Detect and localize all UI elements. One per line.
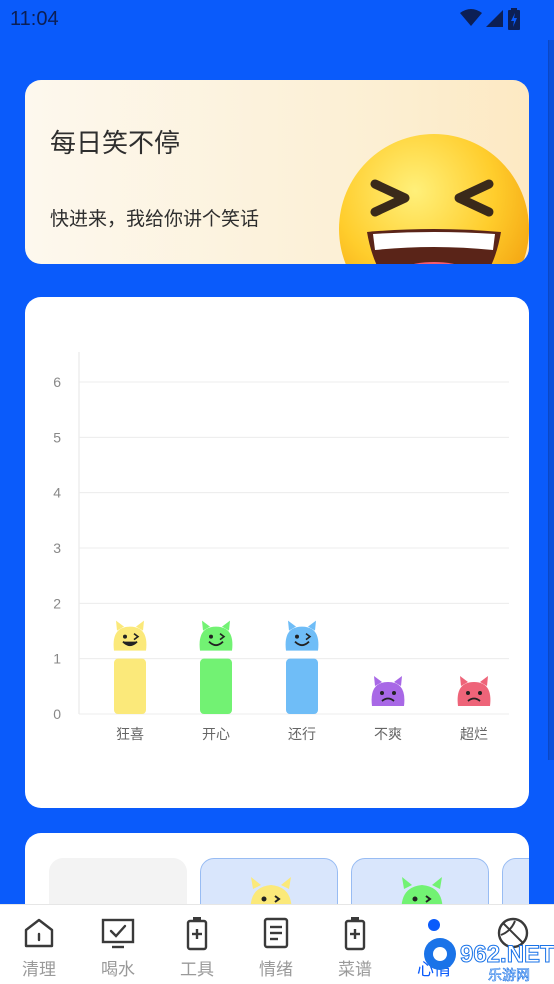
nav-item-recipe[interactable]: 菜谱 — [316, 905, 394, 984]
y-tick-label: 1 — [53, 651, 61, 667]
y-tick-label: 6 — [53, 374, 61, 390]
bar — [286, 658, 318, 714]
battery-icon — [508, 8, 520, 30]
battery-plus-icon — [186, 917, 208, 951]
y-tick-label: 5 — [53, 429, 61, 445]
x-tick-label: 还行 — [288, 727, 316, 743]
x-tick-label: 超烂 — [460, 727, 488, 743]
battery-plus-icon — [344, 917, 366, 951]
nav-label: 情绪 — [259, 960, 293, 980]
monster-wink-icon — [113, 620, 147, 651]
nav-item-emotion[interactable]: 情绪 — [237, 905, 315, 984]
y-tick-label: 4 — [53, 485, 61, 501]
monster-smile-icon — [285, 620, 319, 651]
y-tick-label: 2 — [53, 595, 61, 611]
site-watermark-logo: 962.NET 乐游网 — [424, 938, 554, 984]
nav-label: 工具 — [180, 960, 214, 980]
monster-frown-icon — [371, 676, 405, 706]
y-tick-label: 0 — [53, 706, 61, 722]
nav-label: 喝水 — [101, 960, 135, 980]
mood-chart-card: 0 1 2 3 4 5 6 狂喜 开心 还行 不爽 超烂 — [25, 297, 529, 808]
nav-label: 菜谱 — [338, 960, 372, 980]
svg-text:乐游网: 乐游网 — [488, 968, 530, 984]
monster-smile-icon — [199, 620, 233, 651]
monitor-check-icon — [101, 918, 135, 949]
x-tick-label: 不爽 — [374, 727, 402, 743]
mood-bar-chart: 0 1 2 3 4 5 6 狂喜 开心 还行 不爽 超烂 — [53, 352, 509, 743]
nav-item-tools[interactable]: 工具 — [158, 905, 236, 984]
wifi-icon — [460, 9, 482, 26]
banner-title: 每日笑不停 — [50, 129, 181, 159]
monster-angry-icon — [457, 676, 491, 706]
bar — [200, 658, 232, 714]
nav-item-clean[interactable]: 清理 — [0, 905, 78, 984]
document-icon — [263, 917, 289, 949]
status-bar: 11:04 — [0, 0, 554, 38]
banner-subtitle: 快进来，我给你讲个笑话 — [50, 208, 260, 230]
x-tick-label: 开心 — [202, 727, 230, 743]
x-tick-label: 狂喜 — [116, 727, 144, 743]
status-time: 11:04 — [10, 8, 59, 30]
nav-label: 清理 — [22, 960, 56, 980]
bar — [114, 658, 146, 714]
status-icons — [460, 8, 520, 30]
joke-banner[interactable]: 每日笑不停 快进来，我给你讲个笑话 — [25, 80, 529, 264]
laughing-emoji-icon — [339, 134, 529, 264]
y-tick-label: 3 — [53, 540, 61, 556]
house-icon — [24, 918, 54, 948]
signal-icon — [486, 10, 503, 27]
svg-text:962.NET: 962.NET — [460, 941, 554, 968]
nav-item-water[interactable]: 喝水 — [79, 905, 157, 984]
scrollbar[interactable] — [548, 40, 554, 760]
